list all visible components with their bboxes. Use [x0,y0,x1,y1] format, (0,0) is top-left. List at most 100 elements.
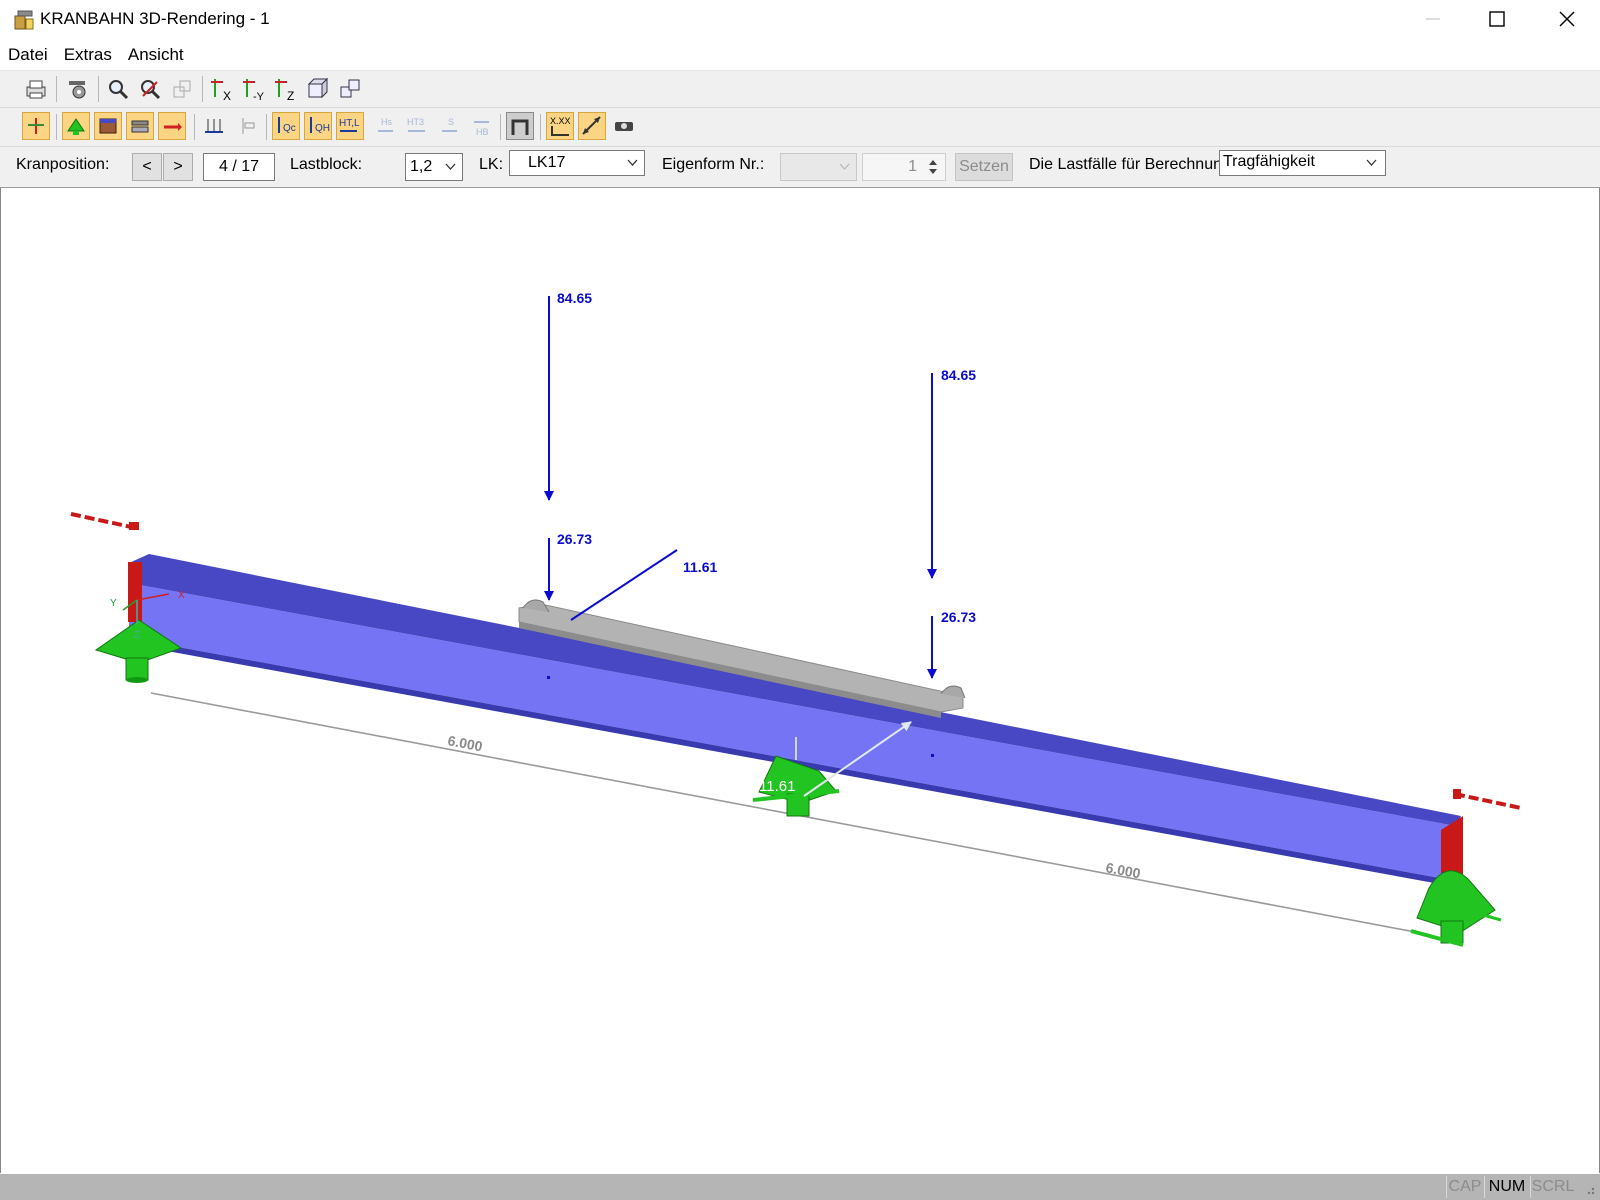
dimension-label-span-2: 6.000 [1104,859,1142,881]
toolbar-separator [98,76,99,102]
svg-text:HB: HB [476,127,489,137]
zoom-all-button[interactable] [136,75,164,103]
render-options-button[interactable] [64,75,92,103]
svg-text:QH: QH [315,123,330,134]
view-z-button[interactable]: Z [272,75,300,103]
load-label-84-65-left: 84.65 [557,290,592,306]
prev-position-button[interactable]: < [132,153,162,181]
num-lock-indicator: NUM [1484,1176,1529,1198]
qc-load-icon: Qc [278,117,296,134]
beam-toggle[interactable] [94,112,122,140]
ht3-load-icon: HT3 [407,117,425,132]
lastblock-select[interactable]: 1,2 [405,153,463,181]
hb-load-icon: HB [474,121,489,137]
zoom-reset-icon [141,80,161,100]
toolbar-separator [56,114,57,140]
end-marker-right [1453,789,1522,810]
rail-toggle[interactable] [126,112,154,140]
zoom-icon [109,80,129,100]
resize-grip-icon[interactable] [1582,1182,1596,1196]
s-toggle[interactable]: S [436,112,464,140]
chevron-down-icon [1366,159,1377,166]
toolbar-display: Qc QH HT,L Hs HT3 S HB X.XX [0,108,1600,147]
spinner-arrows-icon [929,160,937,174]
title-bar: KRANBAHN 3D-Rendering - 1 [0,0,1600,40]
eigenform-spinner-value: 1 [908,158,917,175]
position-field[interactable]: 4 / 17 [203,153,275,181]
caps-lock-indicator: CAP [1446,1176,1483,1198]
view-y-button[interactable]: -Y [240,75,268,103]
hs-toggle[interactable]: Hs [372,112,400,140]
dimension-label-span-1: 6.000 [446,732,484,754]
wheel-loads-button[interactable] [200,112,228,140]
section-view-toggle[interactable] [506,112,534,140]
svg-text:Hs: Hs [381,117,392,127]
rail-icon [131,120,149,133]
beam-web-face [129,583,1456,881]
eigenform-spinner[interactable]: 1 [862,153,946,181]
printer-icon [26,80,46,99]
lastfaelle-label: Die Lastfälle für Berechnun [1029,156,1219,173]
status-bar: CAP NUM SCRL [0,1174,1600,1200]
app-icon [14,10,34,30]
qc-toggle[interactable]: Qc [272,112,300,140]
lk-select[interactable]: LK17 [509,150,645,176]
camera-button[interactable] [610,112,638,140]
svg-text:-Y: -Y [253,91,265,102]
crane-runway-model[interactable]: X Y Z 84.65 26.73 11.61 84.65 26.73 11.6… [1,188,1599,1173]
red-arrow-icon [164,123,182,131]
isometric-view-button[interactable] [304,75,332,103]
print-button[interactable] [22,75,50,103]
view-y-icon: -Y [243,79,265,102]
toolbar-view: X -Y Z [0,71,1600,108]
maximize-icon [1489,11,1505,27]
svg-text:HT,L: HT,L [339,118,360,129]
svg-text:Qc: Qc [283,123,296,134]
load-arrow-toggle[interactable] [158,112,186,140]
load-position-icon [242,118,255,134]
hs-load-icon: Hs [378,117,393,132]
cube-icon [307,77,329,99]
next-position-button[interactable]: > [163,153,193,181]
section-profile-icon [511,119,529,135]
lastfaelle-select[interactable]: Tragfähigkeit [1219,150,1386,176]
close-button[interactable] [1532,0,1600,38]
boxes-icon [340,79,360,98]
axes-toggle[interactable] [22,112,50,140]
load-position-button[interactable] [232,112,260,140]
view-x-icon: X [211,79,231,102]
maximize-button[interactable] [1462,0,1532,38]
left-end-plate [128,562,142,622]
perspective-view-button[interactable] [336,75,364,103]
toolbar-separator [540,114,541,140]
minimize-icon [1426,18,1440,20]
zoom-button[interactable] [104,75,132,103]
eigenform-select[interactable] [780,153,857,181]
crane-settings-icon [69,81,86,99]
menu-datei[interactable]: Datei [0,42,56,65]
kranposition-label: Kranposition: [16,156,110,173]
view-grid-button[interactable] [168,75,196,103]
htl-toggle[interactable]: HT,L [336,112,364,140]
axes-icon [28,118,44,134]
hb-toggle[interactable]: HB [468,112,496,140]
load-label-84-65-right: 84.65 [941,367,976,383]
support-right[interactable] [1410,870,1502,947]
setzen-button[interactable]: Setzen [955,153,1013,181]
axis-x-label: X [178,590,185,601]
eigenform-label: Eigenform Nr.: [662,156,765,173]
minimize-button[interactable] [1398,0,1468,38]
menu-extras[interactable]: Extras [56,42,120,65]
render-viewport[interactable]: X Y Z 84.65 26.73 11.61 84.65 26.73 11.6… [0,188,1600,1173]
supports-toggle[interactable] [62,112,90,140]
qh-toggle[interactable]: QH [304,112,332,140]
scroll-lock-indicator: SCRL [1530,1176,1575,1198]
dimension-toggle[interactable] [578,112,606,140]
ht3-toggle[interactable]: HT3 [404,112,432,140]
view-x-button[interactable]: X [208,75,236,103]
axis-z-label: Z [134,630,140,641]
menu-ansicht[interactable]: Ansicht [120,42,192,65]
crane-girder[interactable] [128,554,1463,888]
load-label-11-61-white: 11.61 [759,778,795,795]
values-toggle[interactable]: X.XX [546,112,574,140]
